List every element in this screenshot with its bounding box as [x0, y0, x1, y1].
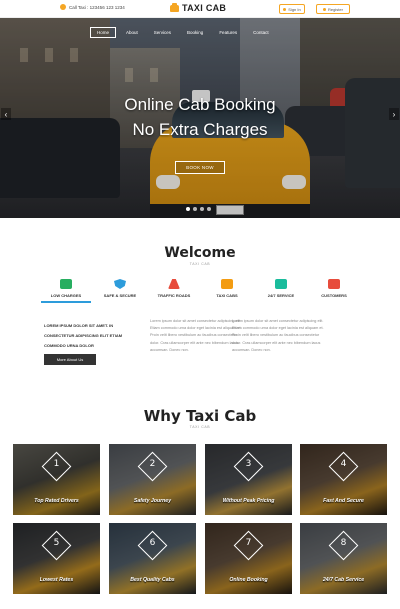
why-tile-online-booking[interactable]: 7 Online Booking: [205, 523, 292, 594]
taxi-logo-icon: [170, 2, 179, 12]
why-title: Why Taxi Cab: [143, 407, 257, 425]
slider-next-arrow[interactable]: ›: [389, 108, 399, 120]
call-text: Call Taxi : 123456 123 1234: [69, 4, 125, 10]
more-about-us-button[interactable]: More About Us: [44, 354, 96, 365]
call-info: Call Taxi : 123456 123 1234: [60, 4, 125, 10]
nav-features[interactable]: Features: [213, 27, 243, 38]
register-icon: [323, 7, 327, 11]
why-tile-without-peak-pricing[interactable]: 3 Without Peak Pricing: [205, 444, 292, 515]
hero-title-line2: No Extra Charges: [132, 120, 268, 139]
feature-taxi-cabs[interactable]: TAXI CABS: [202, 279, 252, 301]
tile-label: Online Booking: [229, 577, 268, 583]
brand-name: TAXI CAB: [182, 3, 227, 13]
shield-icon: [114, 279, 126, 289]
tile-label: Lowest Rates: [39, 577, 74, 583]
feature-label: SAFE & SECURE: [103, 293, 137, 298]
nav-contact[interactable]: Contact: [247, 27, 275, 38]
user-icon: [283, 7, 287, 11]
taxi-icon: [221, 279, 233, 289]
tile-label: Fast And Secure: [323, 498, 364, 504]
tile-number: 1: [53, 459, 60, 469]
tile-number: 8: [340, 538, 347, 548]
welcome-paragraph: Lorem ipsum dolor sit amet consectetur a…: [232, 319, 324, 352]
tile-number: 2: [149, 459, 156, 469]
register-label: Register: [328, 6, 343, 12]
tile-label: Without Peak Pricing: [222, 498, 275, 504]
sign-in-label: Sign In: [288, 6, 301, 12]
slider-dot[interactable]: [193, 207, 197, 211]
tile-number: 5: [53, 538, 60, 548]
nav-about[interactable]: About: [120, 27, 144, 38]
feature-label: TRAFFIC ROADS: [157, 293, 191, 298]
slider-dot[interactable]: [207, 207, 211, 211]
slider-prev-arrow[interactable]: ‹: [1, 108, 11, 120]
tile-number: 4: [340, 459, 347, 469]
slider-dot[interactable]: [186, 207, 190, 211]
road-icon: [168, 279, 180, 289]
hero-title-line1: Online Cab Booking: [124, 95, 276, 114]
tile-label: Safety Journey: [133, 498, 172, 504]
top-bar: Call Taxi : 123456 123 1234 TAXI CAB Sig…: [0, 0, 400, 18]
why-tile-safety-journey[interactable]: 2 Safety Journey: [109, 444, 196, 515]
tile-label: 24/7 Cab Service: [322, 577, 365, 583]
feature-24-7-service[interactable]: 24/7 SERVICE: [256, 279, 306, 301]
tile-number: 6: [149, 538, 156, 548]
money-icon: [60, 279, 72, 289]
feature-label: TAXI CABS: [216, 293, 238, 298]
slider-dots: [186, 207, 211, 211]
why-tile-24-7-cab-service[interactable]: 8 24/7 Cab Service: [300, 523, 387, 594]
gear-icon: [275, 279, 287, 289]
welcome-title: Welcome: [164, 245, 236, 261]
brand-logo[interactable]: TAXI CAB: [170, 2, 227, 13]
tile-label: Best Quality Cabs: [130, 577, 175, 583]
welcome-subtitle: TAXI CAB: [189, 262, 211, 266]
feature-customers[interactable]: CUSTOMERS: [309, 279, 359, 301]
sign-in-button[interactable]: Sign In: [279, 4, 305, 14]
feature-low-charges[interactable]: LOW CHARGES: [41, 279, 91, 303]
nav-booking[interactable]: Booking: [181, 27, 209, 38]
tile-label: Top Rated Drivers: [34, 498, 79, 504]
main-nav: Home About Services Booking Features Con…: [90, 27, 275, 39]
slider-dot[interactable]: [200, 207, 204, 211]
feature-label: CUSTOMERS: [321, 293, 347, 298]
tile-number: 3: [245, 459, 252, 469]
register-button[interactable]: Register: [316, 4, 350, 14]
customer-icon: [328, 279, 340, 289]
why-tile-lowest-rates[interactable]: 5 Lowest Rates: [13, 523, 100, 594]
why-subtitle: TAXI CAB: [189, 425, 211, 429]
feature-safe-secure[interactable]: SAFE & SECURE: [95, 279, 145, 301]
why-tile-top-rated-drivers[interactable]: 1 Top Rated Drivers: [13, 444, 100, 515]
why-tile-fast-and-secure[interactable]: 4 Fast And Secure: [300, 444, 387, 515]
tile-number: 7: [245, 538, 252, 548]
welcome-paragraph: Lorem ipsum dolor sit amet consectetur a…: [150, 319, 242, 352]
hero-overlay: [0, 18, 400, 218]
nav-services[interactable]: Services: [148, 27, 177, 38]
nav-home[interactable]: Home: [90, 27, 117, 38]
why-tile-best-quality-cabs[interactable]: 6 Best Quality Cabs: [109, 523, 196, 594]
feature-traffic-roads[interactable]: TRAFFIC ROADS: [149, 279, 199, 301]
welcome-lead-text: LOREM IPSUM DOLOR SIT AMET. IN CONSECTET…: [44, 323, 123, 348]
phone-icon: [60, 4, 66, 10]
feature-label: LOW CHARGES: [41, 293, 91, 303]
hero-slider: Home About Services Booking Features Con…: [0, 18, 400, 218]
book-now-button[interactable]: BOOK NOW: [175, 161, 225, 174]
feature-label: 24/7 SERVICE: [267, 293, 295, 298]
